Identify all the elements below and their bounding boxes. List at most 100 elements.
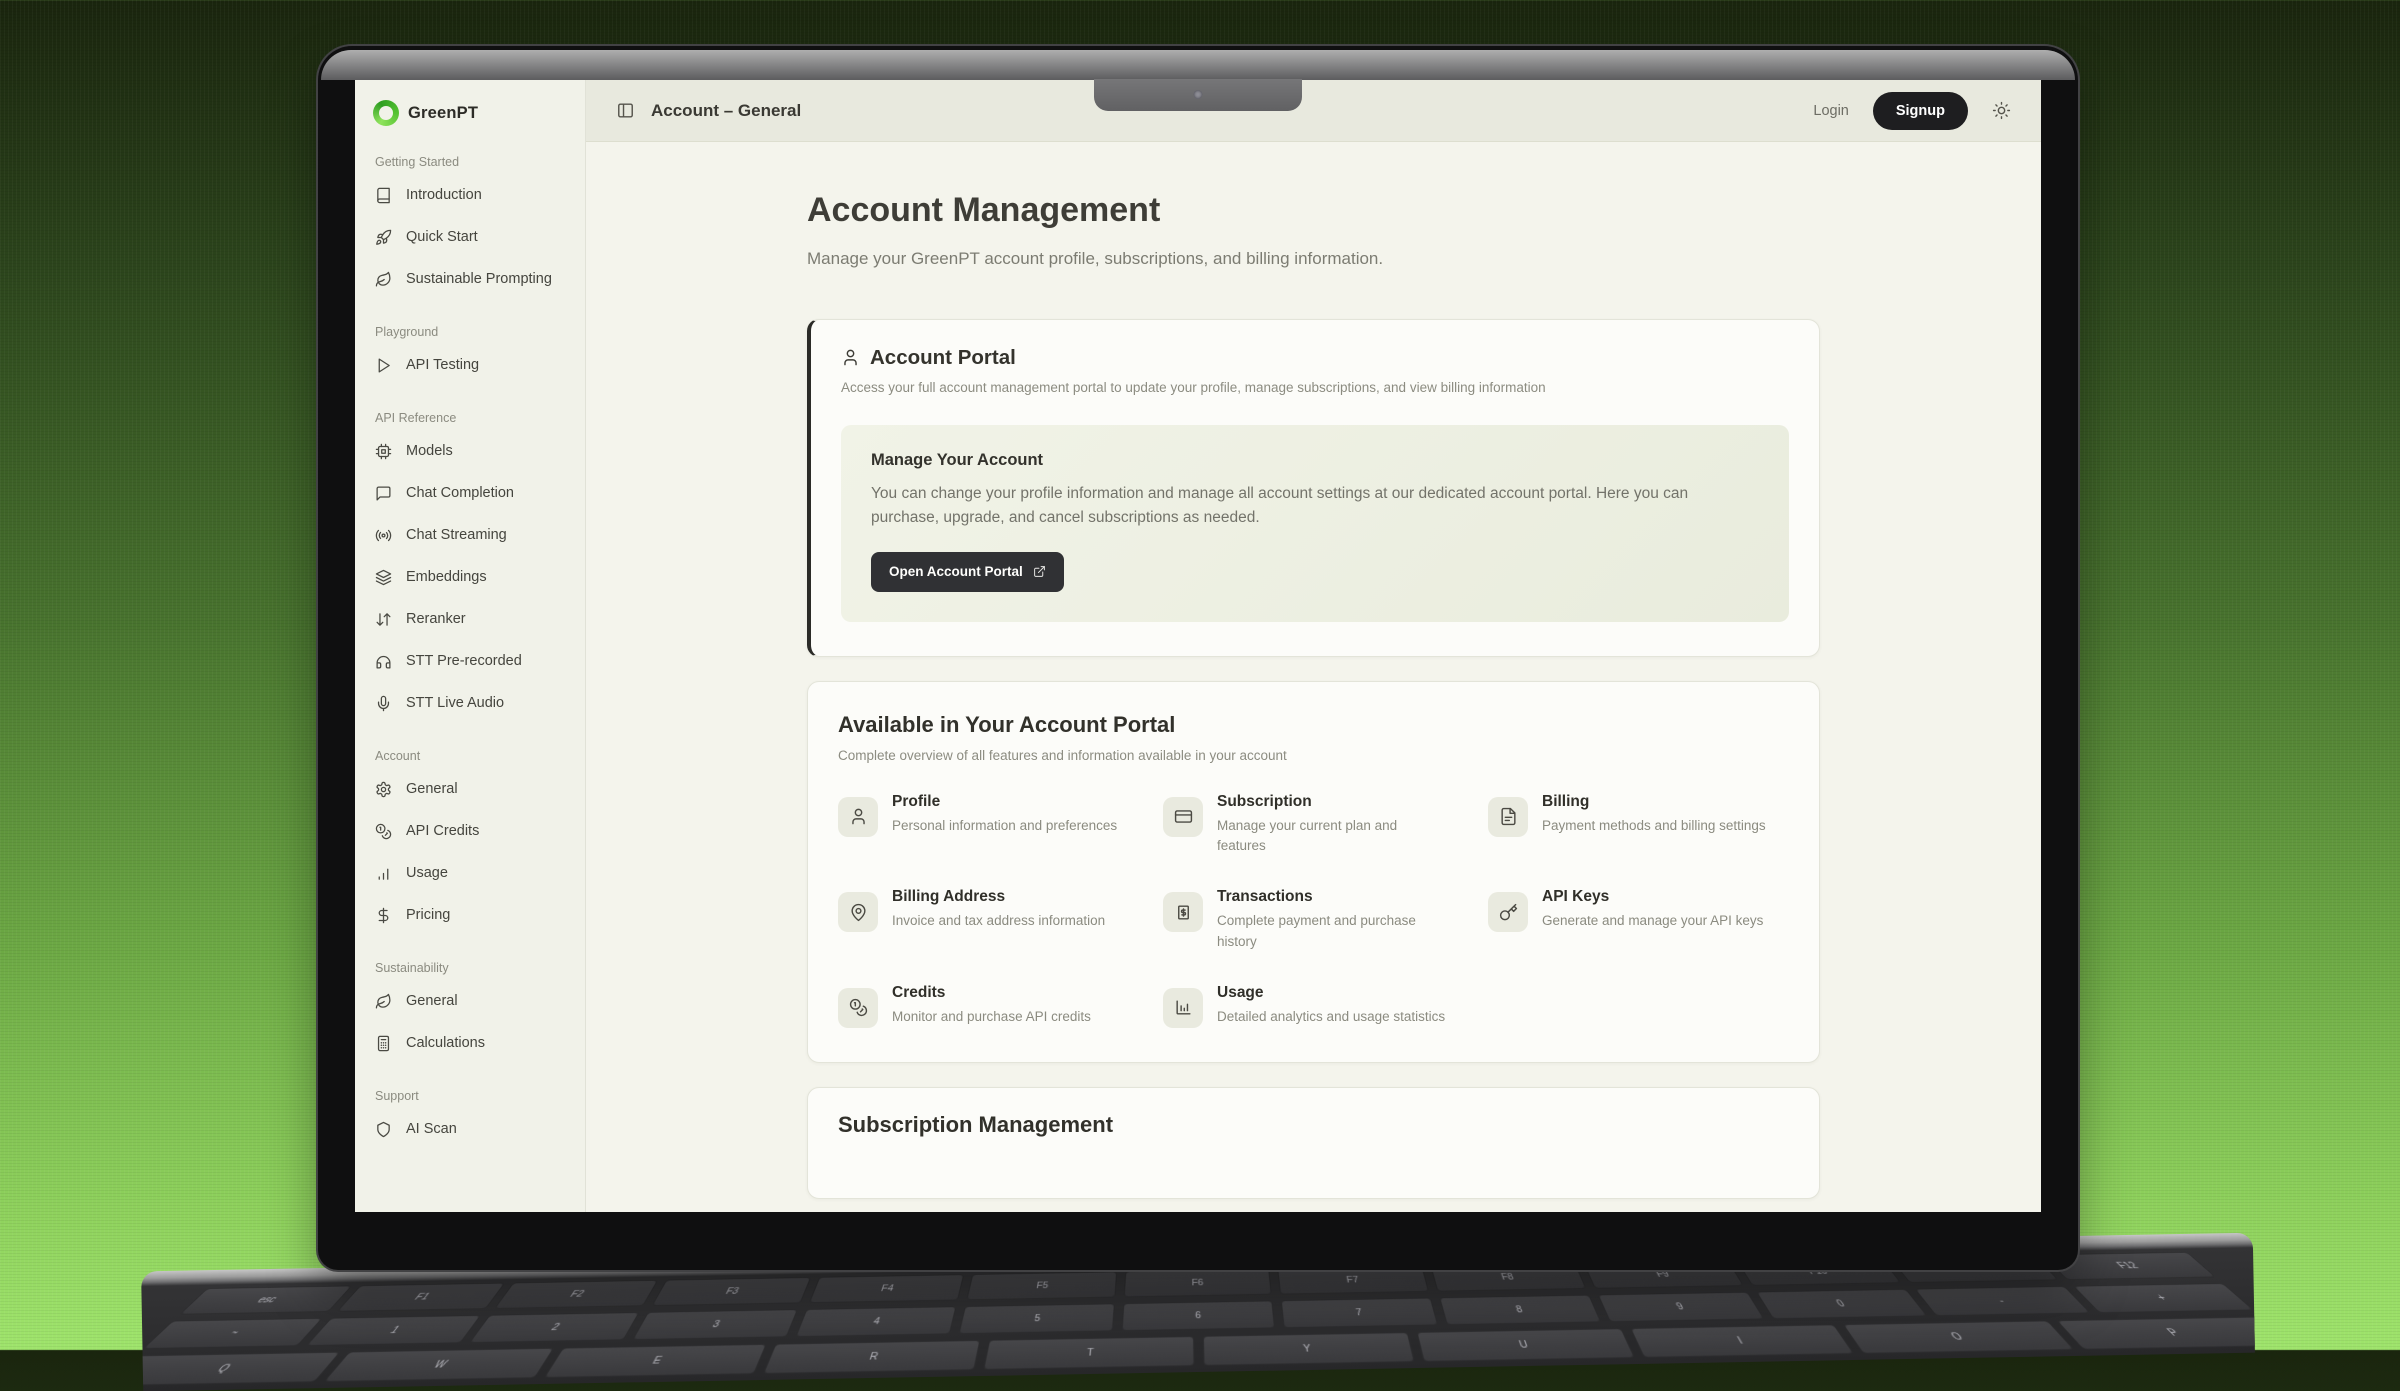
gear-icon <box>375 781 392 798</box>
keyboard-key: E <box>543 1344 767 1378</box>
feature-transactions: Transactions Complete payment and purcha… <box>1163 888 1464 952</box>
keyboard-key: F6 <box>1123 1269 1272 1298</box>
keyboard-key: - <box>1914 1286 2091 1316</box>
user-icon <box>841 348 860 367</box>
user-icon <box>849 807 868 826</box>
sidebar-item-chat-streaming[interactable]: Chat Streaming <box>369 514 575 556</box>
feature-billing-address: Billing Address Invoice and tax address … <box>838 888 1139 952</box>
feature-description: Monitor and purchase API credits <box>892 1007 1091 1027</box>
screen-bezel <box>321 50 2075 80</box>
theme-toggle-button[interactable] <box>1992 101 2011 120</box>
card-title: Account Portal <box>870 346 1016 370</box>
sidebar-item-label: Chat Completion <box>406 485 514 501</box>
sidebar-item-label: STT Live Audio <box>406 695 504 711</box>
sidebar-item-label: Embeddings <box>406 569 487 585</box>
keyboard-key: 3 <box>632 1309 798 1340</box>
panel-left-icon <box>616 101 635 120</box>
page-subtitle: Manage your GreenPT account profile, sub… <box>807 249 1820 269</box>
map-pin-icon <box>849 903 868 922</box>
sidebar-item-label: API Credits <box>406 823 479 839</box>
feature-title: Billing <box>1542 793 1766 811</box>
card-subtitle: Complete overview of all features and in… <box>838 748 1789 763</box>
book-icon <box>375 187 392 204</box>
open-account-portal-button[interactable]: Open Account Portal <box>871 552 1064 592</box>
feature-credits: Credits Monitor and purchase API credits <box>838 984 1139 1028</box>
sidebar-item-api-testing[interactable]: API Testing <box>369 344 575 386</box>
feature-title: API Keys <box>1542 888 1763 906</box>
sidebar-item-label: AI Scan <box>406 1121 457 1137</box>
sidebar-item-chat-completion[interactable]: Chat Completion <box>369 472 575 514</box>
sidebar-item-stt-prerecorded[interactable]: STT Pre-recorded <box>369 640 575 682</box>
sidebar-section-getting-started: Getting Started Introduction Quick Start… <box>369 155 575 300</box>
keyboard-rows: escF1F2F3F4F5F6F7F8F9F10F11F12~123456789… <box>141 1252 2255 1391</box>
broadcast-icon <box>375 527 392 544</box>
sidebar-item-account-general[interactable]: General <box>369 768 575 810</box>
camera-notch <box>1094 79 1302 111</box>
sidebar-item-introduction[interactable]: Introduction <box>369 174 575 216</box>
greenpt-logo-icon <box>373 100 399 126</box>
sidebar-item-label: API Testing <box>406 357 479 373</box>
key-icon <box>1499 903 1518 922</box>
rocket-icon <box>375 229 392 246</box>
section-label: Support <box>375 1089 569 1103</box>
account-portal-card: Account Portal Access your full account … <box>807 319 1820 657</box>
sidebar-item-label: General <box>406 781 458 797</box>
keyboard-key: esc <box>179 1285 352 1314</box>
sidebar-item-reranker[interactable]: Reranker <box>369 598 575 640</box>
keyboard-key: F7 <box>1278 1266 1430 1295</box>
card-title: Subscription Management <box>838 1112 1789 1138</box>
sidebar-item-label: Pricing <box>406 907 450 923</box>
login-button[interactable]: Login <box>1813 103 1848 119</box>
sidebar-item-label: Chat Streaming <box>406 527 507 543</box>
sidebar-section-account: Account General API Credits Usage Pricin… <box>369 749 575 936</box>
sidebar-item-label: Calculations <box>406 1035 485 1051</box>
feature-description: Manage your current plan and features <box>1217 816 1447 857</box>
keyboard-key: ~ <box>143 1318 323 1349</box>
sidebar-item-models[interactable]: Models <box>369 430 575 472</box>
sidebar-item-label: Models <box>406 443 453 459</box>
sidebar-item-label: Introduction <box>406 187 482 203</box>
sidebar-item-label: General <box>406 993 458 1009</box>
keyboard-key: 0 <box>1756 1289 1928 1319</box>
manage-account-title: Manage Your Account <box>871 451 1759 470</box>
sidebar-section-sustainability: Sustainability General Calculations <box>369 961 575 1064</box>
sidebar-item-embeddings[interactable]: Embeddings <box>369 556 575 598</box>
keyboard-key: Q <box>141 1352 340 1386</box>
sidebar-toggle-button[interactable] <box>616 101 635 120</box>
breadcrumb-title: Account – General <box>651 101 801 121</box>
page-title: Account Management <box>807 190 1820 231</box>
app-window: GreenPT Getting Started Introduction Qui… <box>355 80 2041 1212</box>
sidebar-item-pricing[interactable]: Pricing <box>369 894 575 936</box>
sidebar-item-calculations[interactable]: Calculations <box>369 1022 575 1064</box>
chart-column-icon <box>1174 998 1193 1017</box>
file-text-icon <box>1499 807 1518 826</box>
keyboard-key: 6 <box>1121 1300 1276 1331</box>
keyboard-key: R <box>763 1340 980 1374</box>
external-link-icon <box>1033 565 1046 578</box>
sidebar-section-support: Support AI Scan <box>369 1089 575 1150</box>
sidebar-item-usage[interactable]: Usage <box>369 852 575 894</box>
signup-button[interactable]: Signup <box>1873 92 1968 130</box>
sidebar-section-api-reference: API Reference Models Chat Completion Cha… <box>369 411 575 724</box>
button-label: Open Account Portal <box>889 564 1023 579</box>
sidebar-item-sustainable-prompting[interactable]: Sustainable Prompting <box>369 258 575 300</box>
sidebar-item-quick-start[interactable]: Quick Start <box>369 216 575 258</box>
brand-name: GreenPT <box>408 104 478 123</box>
manage-account-box: Manage Your Account You can change your … <box>841 425 1789 622</box>
sidebar-item-sustainability-general[interactable]: General <box>369 980 575 1022</box>
keyboard-key: 4 <box>795 1306 956 1337</box>
sidebar-item-api-credits[interactable]: API Credits <box>369 810 575 852</box>
subscription-management-card: Subscription Management <box>807 1087 1820 1199</box>
section-label: Getting Started <box>375 155 569 169</box>
sun-icon <box>1992 101 2011 120</box>
sidebar-item-stt-live-audio[interactable]: STT Live Audio <box>369 682 575 724</box>
layers-icon <box>375 569 392 586</box>
feature-api-keys: API Keys Generate and manage your API ke… <box>1488 888 1789 952</box>
keyboard-key: F1 <box>337 1283 506 1312</box>
leaf-icon <box>375 993 392 1010</box>
topbar: Account – General Login Signup <box>586 80 2041 142</box>
main-content: Account Management Manage your GreenPT a… <box>586 142 2041 1212</box>
sidebar-item-ai-scan[interactable]: AI Scan <box>369 1108 575 1150</box>
leaf-icon <box>375 271 392 288</box>
brand[interactable]: GreenPT <box>369 96 575 130</box>
